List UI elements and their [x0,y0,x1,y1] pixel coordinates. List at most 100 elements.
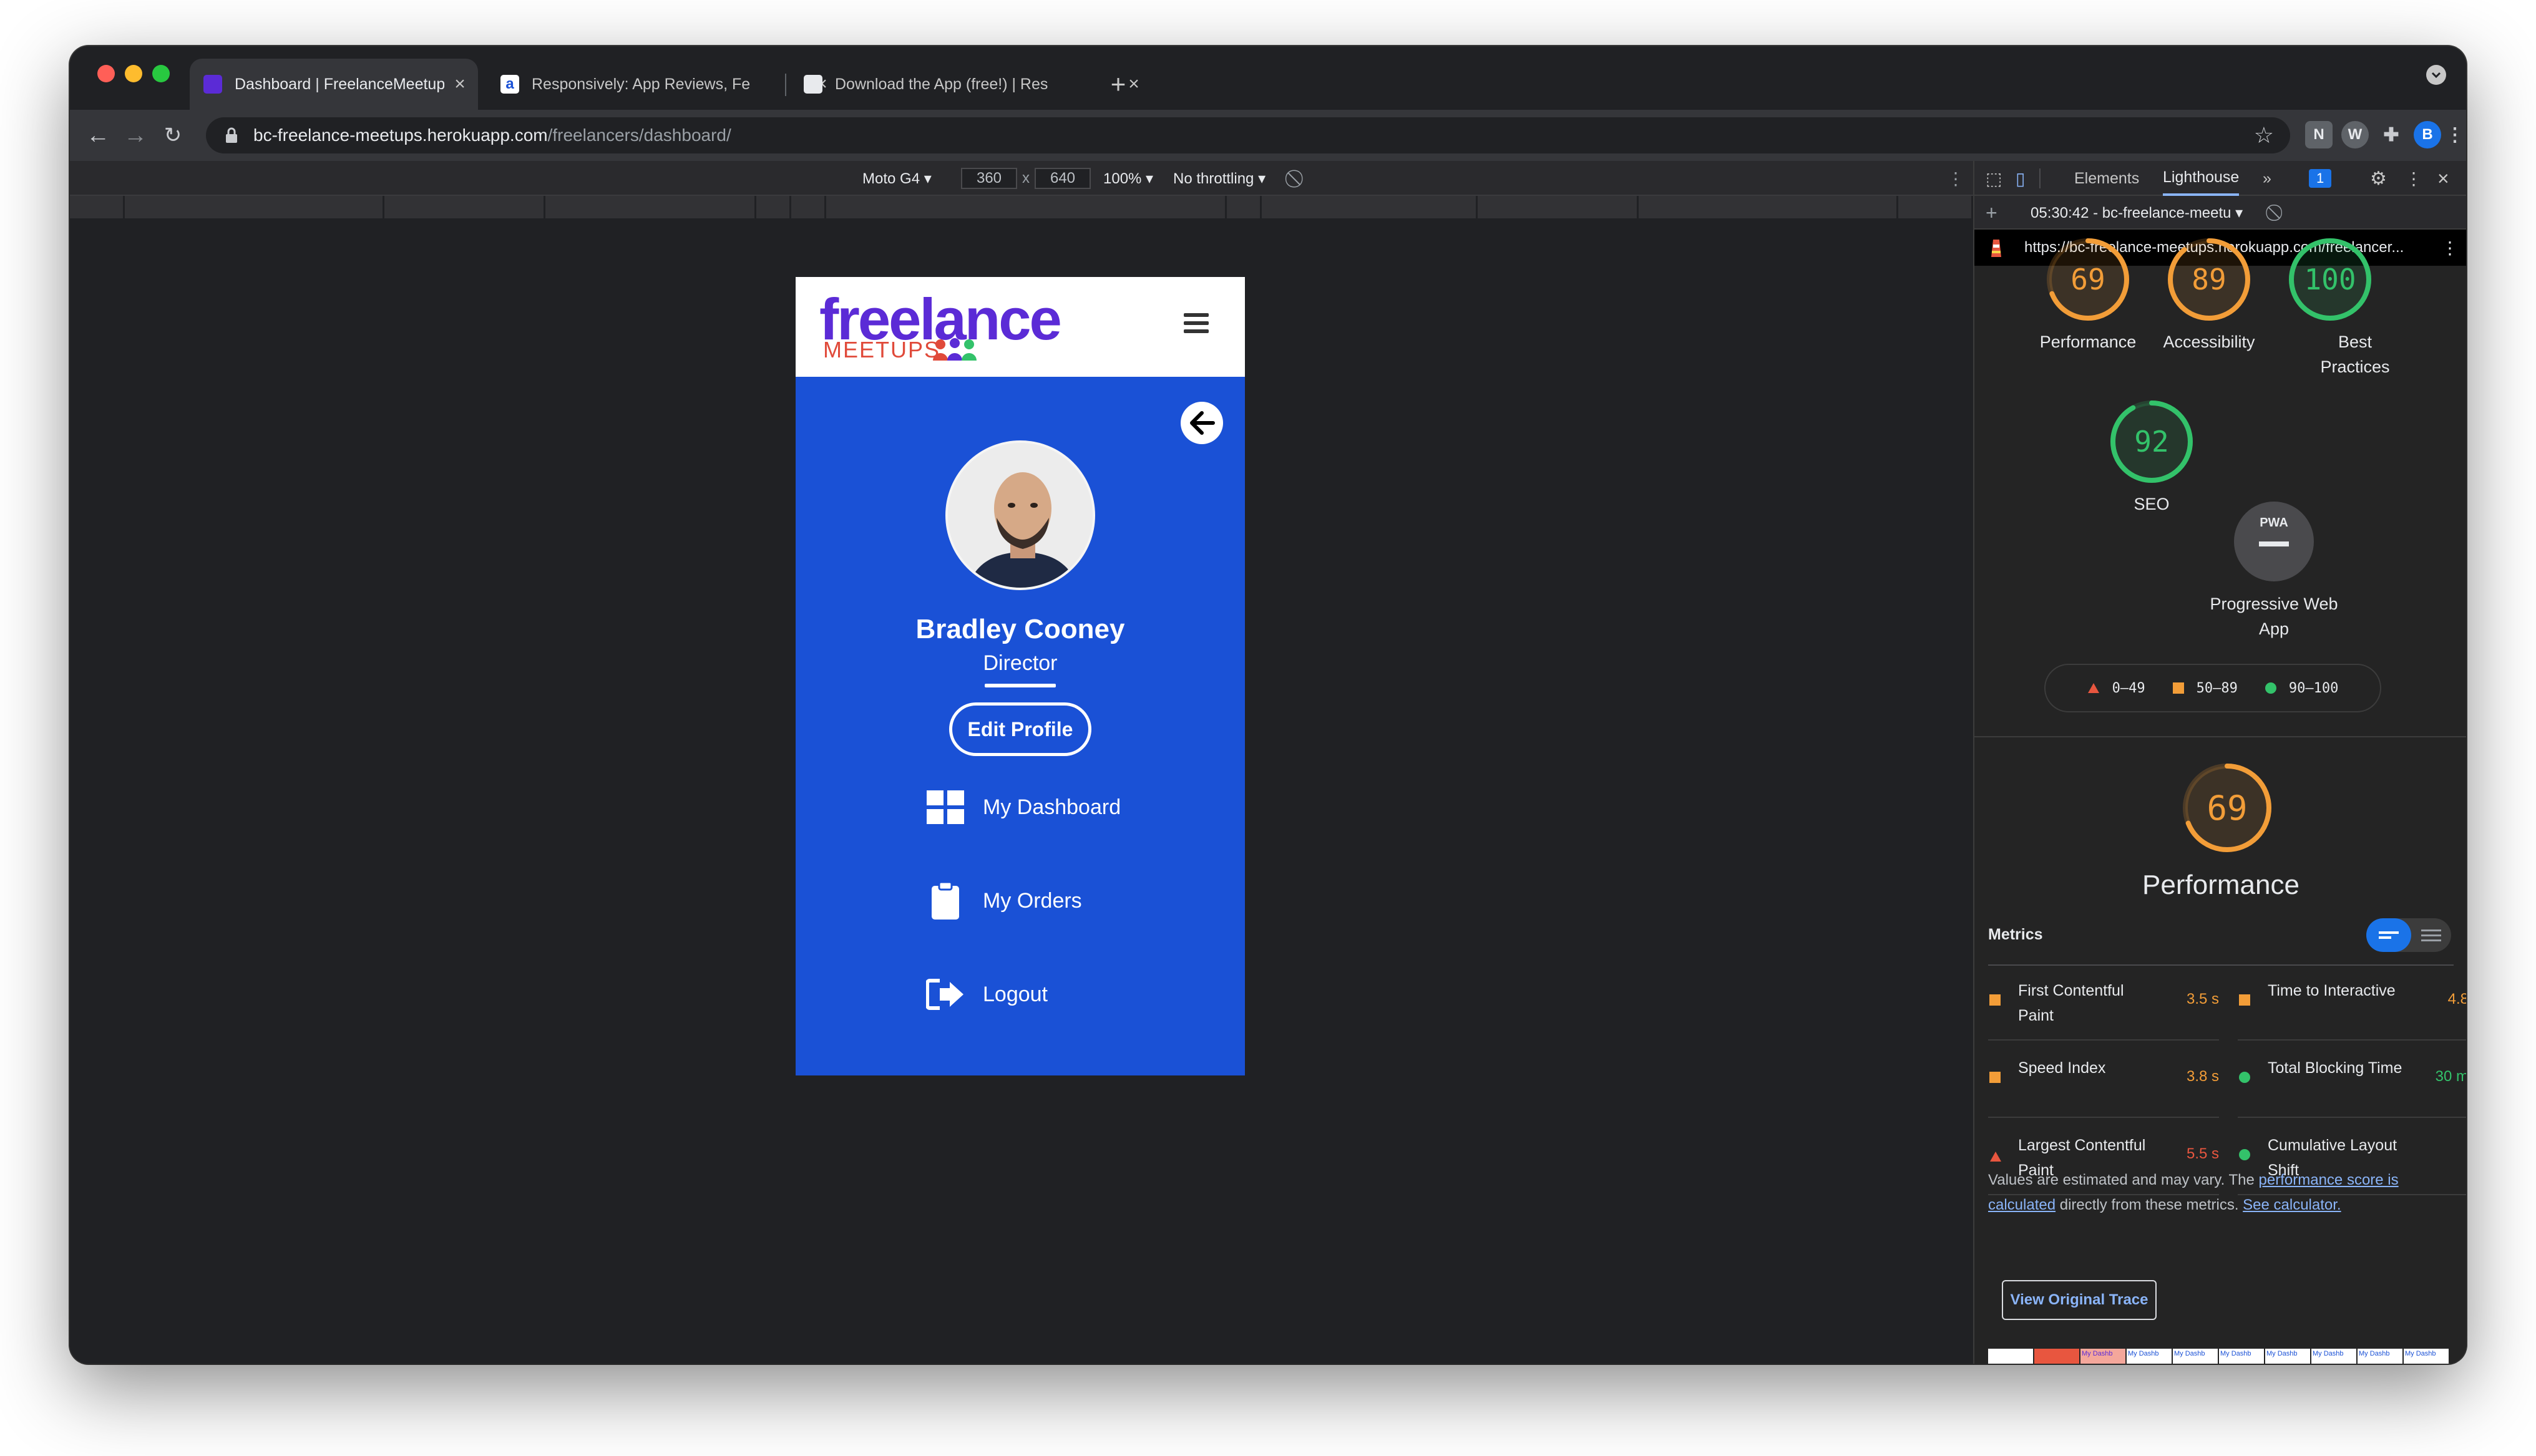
svg-text:PWA: PWA [2260,516,2288,530]
tab-elements[interactable]: Elements [2074,161,2139,196]
see-calculator-link[interactable]: See calculator. [2243,1196,2341,1213]
lock-icon [226,127,237,143]
hamburger-menu-icon[interactable] [1184,313,1209,337]
metric-total-blocking-time: Total Blocking Time 30 m [2238,1044,2466,1118]
extension-n-icon[interactable]: N [2305,121,2333,148]
bookmark-star-icon[interactable]: ☆ [2254,122,2274,148]
filmstrip-frame: My Dashb [2173,1349,2219,1364]
legend-pass: 90–100 [2265,681,2338,696]
report-select[interactable]: 05:30:42 - bc-freelance-meetu ▾ [2031,196,2243,230]
device-more-icon[interactable]: ⋮ [1947,161,1964,196]
more-tabs-icon[interactable]: » [2263,161,2271,196]
address-bar[interactable]: bc-freelance-meetups.herokuapp.com/freel… [206,117,2290,153]
performance-title: Performance [2142,870,2299,900]
report-menu-icon[interactable]: ⋮ [2441,230,2459,266]
metric-speed-index: Speed Index 3.8 s [1988,1044,2219,1118]
circle-icon [2239,1149,2250,1160]
tab-lighthouse[interactable]: Lighthouse [2163,161,2240,196]
performance-gauge: 69 [2180,761,2274,855]
filmstrip-frame: My Dashb [2080,1349,2127,1364]
tab-bar: Dashboard | FreelanceMeetups × a Respons… [70,46,2466,110]
gauge-accessibility[interactable]: 89 [2165,236,2253,323]
view-original-trace-button[interactable]: View Original Trace [2002,1280,2157,1320]
tab-search-button[interactable] [2426,65,2446,85]
score-legend: 0–49 50–89 90–100 [2044,664,2381,712]
tab-download-app[interactable]: Download the App (free!) | Res × [790,59,1152,110]
metrics-note: Values are estimated and may vary. The p… [1988,1172,2399,1213]
edit-profile-button[interactable]: Edit Profile [949,702,1091,756]
device-toggle-icon[interactable]: ▯ [2016,161,2025,196]
width-input[interactable]: 360 [961,168,1017,189]
height-input[interactable]: 640 [1035,168,1091,189]
gauge-seo[interactable]: 92 [2108,398,2195,485]
metric-name: Time to Interactive [2268,982,2396,999]
profile-avatar-photo [945,440,1095,590]
legend-fail: 0–49 [2087,681,2145,696]
gauge-best-practices[interactable]: 100 [2286,236,2374,323]
logo-subtitle: MEETUPS [823,337,941,362]
metric-value: 3.5 s [2186,991,2219,1007]
filmstrip-frame: My Dashb [2404,1349,2450,1364]
gauge-value: 89 [2192,263,2226,296]
metrics-title: Metrics [1988,926,2043,943]
throttling-select[interactable]: No throttling ▾ [1173,161,1266,196]
extensions-puzzle-icon[interactable]: ✚ [2378,121,2405,148]
device-select[interactable]: Moto G4 ▾ [862,161,932,196]
role-underline [985,684,1056,687]
gauge-performance[interactable]: 69 [2044,236,2132,323]
expanded-view-icon[interactable] [2411,918,2451,952]
metric-value: 30 m [2435,1068,2466,1085]
menu-item-dashboard[interactable]: My Dashboard [925,787,1175,827]
profile-role: Director [983,651,1058,675]
app-header: freelance MEETUPS [796,277,1245,377]
tab-title: Download the App (free!) | Res [835,75,1048,93]
minimize-window-button[interactable] [125,65,142,82]
forward-arrow-icon[interactable]: → [117,117,154,153]
clipboard-icon [925,881,965,921]
close-tab-icon[interactable]: × [451,74,469,95]
maximize-window-button[interactable] [152,65,170,82]
inspect-element-icon[interactable]: ⬚ [1986,161,2002,196]
new-tab-button[interactable]: + [1100,59,1137,110]
tab-title: Dashboard | FreelanceMeetups [235,75,444,93]
reload-icon[interactable]: ↻ [155,117,191,153]
pwa-badge: PWA [2230,498,2318,585]
metric-first-contentful-paint: First Contentful Paint 3.5 s [1988,967,2219,1041]
square-icon [1989,994,2001,1006]
wordpress-icon[interactable]: W [2341,121,2369,148]
back-arrow-icon[interactable]: ← [80,117,116,153]
gauge-value: 92 [2134,425,2168,459]
square-icon [2239,994,2250,1006]
square-icon [2172,682,2184,694]
close-devtools-icon[interactable]: × [2437,161,2449,196]
issues-badge[interactable]: 1 [2309,161,2332,196]
browser-menu-icon[interactable]: ⋮ [2441,121,2466,148]
tab-responsively[interactable]: a Responsively: App Reviews, Fe × [487,59,840,110]
settings-gear-icon[interactable]: ⚙ [2370,161,2387,196]
menu-item-label: My Orders [983,888,1082,913]
download-favicon-icon [804,75,822,94]
freelance-favicon-icon [203,75,222,94]
tab-separator [785,74,786,96]
back-arrow-button[interactable] [1181,402,1223,444]
metric-value: 5.5 s [2186,1145,2219,1162]
new-report-icon[interactable]: + [1986,196,1997,230]
responsively-favicon-icon: a [500,75,519,94]
metric-time-to-interactive: Time to Interactive 4.8 [2238,967,2466,1041]
media-query-ruler [70,196,1973,218]
filmstrip-frame: My Dashb [2358,1349,2404,1364]
zoom-select[interactable]: 100% ▾ [1103,161,1153,196]
profile-avatar[interactable]: B [2414,121,2441,148]
compact-view-icon[interactable] [2366,918,2411,952]
person-photo-icon [948,443,1093,588]
metrics-view-toggle[interactable] [2366,918,2451,952]
menu-item-orders[interactable]: My Orders [925,881,1175,921]
menu-item-label: My Dashboard [983,795,1121,819]
devtools-more-icon[interactable]: ⋮ [2405,161,2422,196]
tab-dashboard[interactable]: Dashboard | FreelanceMeetups × [190,59,478,110]
gauge-label: SEO [2134,495,2170,513]
close-window-button[interactable] [97,65,115,82]
tab-title: Responsively: App Reviews, Fe [532,75,751,93]
pwa-icon: PWA [2234,502,2314,581]
menu-item-logout[interactable]: Logout [925,974,1175,1014]
